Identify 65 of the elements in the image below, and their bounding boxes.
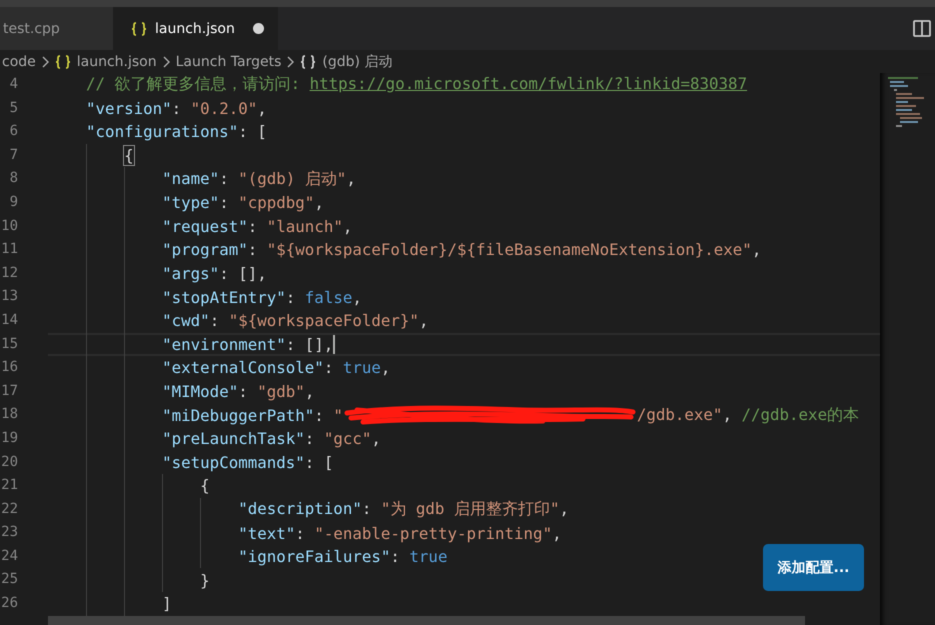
code-line: // 欲了解更多信息，请访问: https://go.microsoft.com/fwlink/?linkid=830387: [86, 74, 748, 96]
code-line: "request": "launch",: [162, 216, 352, 236]
code-line: "ignoreFailures": true: [238, 547, 448, 566]
line-number: 14: [0, 310, 19, 330]
line-number: 13: [0, 287, 19, 306]
line-number: 8: [8, 169, 19, 188]
line-number: 23: [0, 523, 19, 542]
line-number: 12: [0, 264, 19, 283]
minimap-drawing: [888, 77, 926, 129]
code-line: "version": "0.2.0",: [86, 98, 267, 118]
code-line: "configurations": [: [86, 122, 267, 142]
code-line: "cwd": "${workspaceFolder}",: [162, 311, 428, 330]
line-number: 7: [8, 146, 19, 165]
code-line: "environment": [],: [162, 334, 334, 354]
code-line: "preLaunchTask": "gcc",: [162, 429, 381, 448]
code-line: "args": [],: [162, 264, 267, 284]
code-line: ]: [162, 594, 172, 614]
line-number: 11: [0, 240, 19, 260]
code-line: "program": "${workspaceFolder}/${fileBasenameNoExtension}.exe",: [162, 240, 762, 260]
line-number: 20: [0, 452, 19, 472]
line-number: 5: [8, 98, 19, 118]
code-line: "type": "cppdbg",: [162, 193, 324, 212]
breadcrumb-item[interactable]: Launch Targets: [176, 54, 282, 70]
line-number: 10: [0, 216, 19, 236]
chevron-right-icon: [287, 56, 294, 68]
code-line: "name": "(gdb) 启动",: [162, 168, 356, 190]
code-line: "setupCommands": [: [162, 452, 334, 472]
line-number: 15: [0, 334, 19, 354]
chevron-right-icon: [162, 56, 170, 68]
line-number: 16: [0, 358, 19, 378]
code-text: /gdb.exe", //gdb.exe的本: [636, 404, 860, 426]
code-line: "MIMode": "gdb",: [162, 382, 314, 402]
add-configuration-button[interactable]: 添加配置...: [763, 544, 864, 591]
line-number: 9: [8, 192, 19, 212]
json-file-icon: [54, 54, 71, 68]
code-line: {: [124, 146, 134, 166]
split-editor-icon[interactable]: [913, 20, 931, 37]
editor-tab[interactable]: test.cpp: [0, 7, 113, 50]
editor-tab[interactable]: launch.json: [113, 7, 278, 50]
code-line: }: [200, 570, 210, 590]
scrollbar[interactable]: [48, 616, 805, 625]
line-number: 22: [0, 500, 19, 519]
code-line: {: [200, 476, 210, 496]
line-number: 26: [0, 594, 19, 614]
code-line: "externalConsole": true,: [162, 358, 390, 378]
code-line: "description": "为 gdb 启用整齐打印",: [238, 498, 569, 520]
line-number: 17: [0, 382, 19, 401]
line-number: 21: [0, 476, 19, 496]
code-text: "miDebuggerPath": ": [162, 406, 343, 425]
breadcrumb-item[interactable]: code: [2, 54, 36, 70]
chevron-right-icon: [42, 56, 49, 68]
line-number: 4: [8, 75, 19, 94]
line-number: 6: [8, 122, 19, 142]
unsaved-dot-icon: [252, 23, 264, 34]
line-number: 24: [0, 546, 19, 566]
code-line: "stopAtEntry": false,: [162, 288, 362, 307]
code-line: "text": "-enable-pretty-printing",: [238, 524, 562, 543]
line-number: 19: [0, 428, 19, 448]
link[interactable]: https://go.microsoft.com/fwlink/?linkid=830387: [310, 74, 748, 94]
breadcrumb-item[interactable]: launch.json: [76, 54, 157, 70]
line-number: 18: [0, 405, 19, 424]
line-number: 25: [0, 570, 19, 590]
braces-icon: [300, 54, 316, 68]
breadcrumb-item[interactable]: (gdb) 启动: [322, 52, 392, 70]
json-file-icon: [131, 22, 147, 36]
